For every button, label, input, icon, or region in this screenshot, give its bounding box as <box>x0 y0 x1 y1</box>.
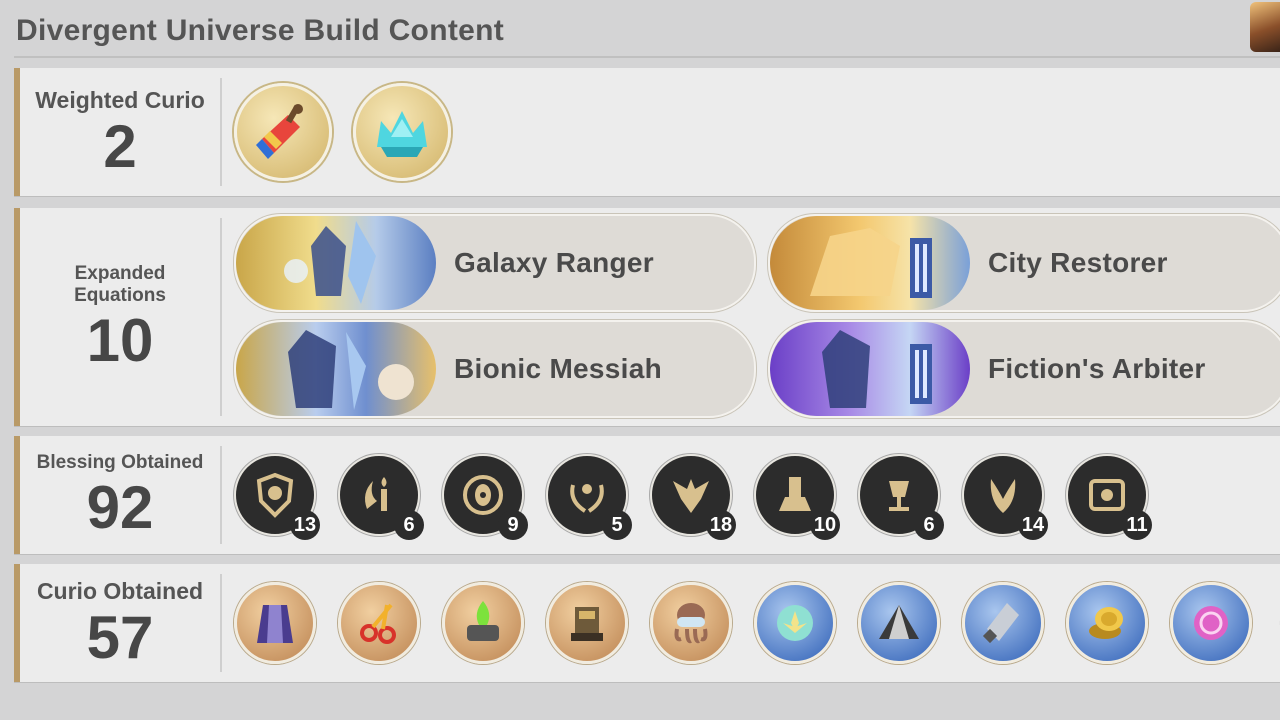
menu-corner-icon[interactable] <box>1250 2 1280 52</box>
title-divider <box>14 56 1280 58</box>
machine-curio-icon[interactable] <box>546 582 628 664</box>
blessing-list: 13 6 9 5 18 10 6 14 11 <box>234 436 1152 554</box>
green-flame-curio-icon[interactable] <box>442 582 524 664</box>
blessing-count: 14 <box>1018 510 1048 540</box>
blessing-obtained-label: Blessing Obtained <box>36 452 204 474</box>
blessing-count: 6 <box>394 510 424 540</box>
weighted-curio-list <box>234 68 451 196</box>
equation-name: Fiction's Arbiter <box>988 353 1206 384</box>
equation-city-restorer[interactable]: City Restorer <box>768 214 1280 312</box>
curio-obtained-label: Curio Obtained <box>36 577 204 604</box>
blessing-count: 18 <box>706 510 736 540</box>
paint-tube-curio-icon[interactable] <box>962 582 1044 664</box>
curio-obtained-header: Curio Obtained 57 <box>20 564 220 682</box>
abundance-path-icon[interactable]: 5 <box>546 454 632 540</box>
blessing-count: 6 <box>914 510 944 540</box>
propagation-path-icon[interactable]: 14 <box>962 454 1048 540</box>
equation-name: City Restorer <box>988 247 1168 278</box>
blessing-count: 5 <box>602 510 632 540</box>
firecracker-curio-icon[interactable] <box>234 83 332 181</box>
section-divider <box>220 446 222 544</box>
weighted-curio-header: Weighted Curio 2 <box>20 68 220 196</box>
equation-galaxy-ranger[interactable]: Galaxy Ranger <box>234 214 756 312</box>
destruction-path-icon[interactable]: 10 <box>754 454 840 540</box>
hunt-path-icon[interactable]: 18 <box>650 454 736 540</box>
curio-list: ··· <box>234 564 1280 682</box>
expanded-equations-section: Expanded Equations 10 Galaxy Ranger City… <box>14 208 1280 426</box>
cloak-curio-icon[interactable] <box>234 582 316 664</box>
elation-path-icon[interactable]: 6 <box>858 454 944 540</box>
preservation-path-icon[interactable]: 13 <box>234 454 320 540</box>
fictions-arbiter-art-icon <box>770 322 970 416</box>
blessing-count: 11 <box>1122 510 1152 540</box>
blessing-count: 9 <box>498 510 528 540</box>
pink-seal-curio-icon[interactable] <box>1170 582 1252 664</box>
blessing-count: 13 <box>290 510 320 540</box>
remembrance-path-icon[interactable]: 6 <box>338 454 424 540</box>
weighted-curio-label: Weighted Curio <box>35 86 205 113</box>
page-title: Divergent Universe Build Content <box>16 14 505 47</box>
crystal-crown-curio-icon[interactable] <box>353 83 451 181</box>
equation-bionic-messiah[interactable]: Bionic Messiah <box>234 320 756 418</box>
blessing-obtained-header: Blessing Obtained 92 <box>20 436 220 554</box>
blessing-obtained-section: Blessing Obtained 92 13 6 9 5 18 10 6 14… <box>14 436 1280 554</box>
bionic-messiah-art-icon <box>236 322 436 416</box>
octopus-goggles-curio-icon[interactable] <box>650 582 732 664</box>
weighted-curio-count: 2 <box>103 113 137 181</box>
nihility-path-icon[interactable]: 9 <box>442 454 528 540</box>
equation-name: Galaxy Ranger <box>454 247 654 278</box>
galaxy-ranger-art-icon <box>236 216 436 310</box>
blessing-count: 10 <box>810 510 840 540</box>
section-divider <box>220 218 222 416</box>
erudition-path-icon[interactable]: 11 <box>1066 454 1152 540</box>
weighted-curio-section: Weighted Curio 2 <box>14 68 1280 196</box>
curio-obtained-count: 57 <box>86 604 154 672</box>
expanded-equations-count: 10 <box>86 306 154 374</box>
pyramid-curio-icon[interactable] <box>858 582 940 664</box>
scissors-curio-icon[interactable] <box>338 582 420 664</box>
section-divider <box>220 574 222 672</box>
city-restorer-art-icon <box>770 216 970 310</box>
lotus-orb-curio-icon[interactable] <box>754 582 836 664</box>
gold-coins-curio-icon[interactable] <box>1066 582 1148 664</box>
equation-name: Bionic Messiah <box>454 353 663 384</box>
section-divider <box>220 78 222 186</box>
expanded-equations-header: Expanded Equations 10 <box>20 208 220 426</box>
equation-fictions-arbiter[interactable]: Fiction's Arbiter <box>768 320 1280 418</box>
expanded-equations-label: Expanded Equations <box>74 263 166 306</box>
equations-grid: Galaxy Ranger City Restorer Bionic Messi… <box>234 214 1280 420</box>
blessing-obtained-count: 92 <box>86 473 154 541</box>
curio-obtained-section: Curio Obtained 57 <box>14 564 1280 682</box>
